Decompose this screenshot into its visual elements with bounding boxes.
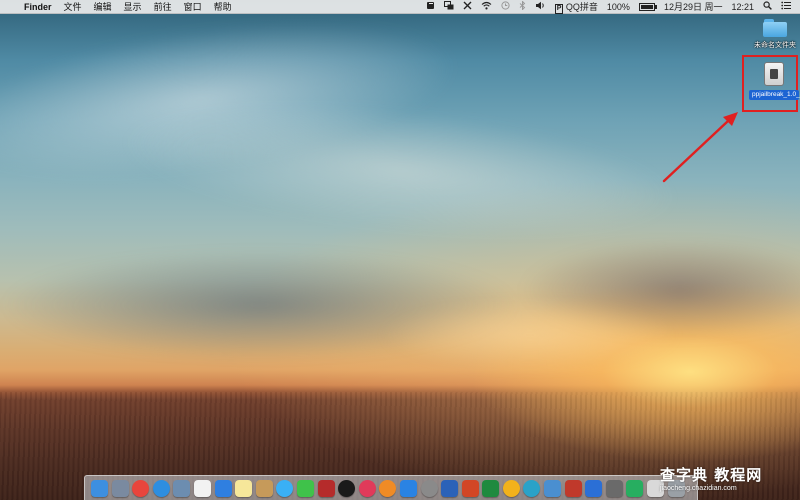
date-text[interactable]: 12月29日 周一 xyxy=(664,0,723,14)
calendar-icon[interactable] xyxy=(193,479,211,497)
notification-center-icon[interactable] xyxy=(781,0,791,14)
launchpad-icon[interactable] xyxy=(111,479,129,497)
qq-icon[interactable] xyxy=(338,479,356,497)
menu-file[interactable]: 文件 xyxy=(64,0,82,13)
onenote-icon[interactable] xyxy=(523,479,541,497)
watermark-title: 查字典 教程网 xyxy=(660,466,763,484)
folder-icon xyxy=(763,19,787,37)
dmg-file-icon xyxy=(764,62,784,86)
menu-go[interactable]: 前往 xyxy=(154,0,172,13)
evernote-icon[interactable] xyxy=(426,0,435,14)
desktop-dmg-file[interactable]: ppjailbreak_1.0_2....dmg xyxy=(744,56,800,100)
app-menu-finder[interactable]: Finder xyxy=(24,2,52,12)
itunes-icon[interactable] xyxy=(358,479,376,497)
battery-fill xyxy=(640,4,653,9)
tools-icon[interactable] xyxy=(463,0,472,14)
screenshot-icon[interactable] xyxy=(605,479,623,497)
cloud xyxy=(380,300,680,370)
volume-icon[interactable] xyxy=(535,0,546,14)
desktop-screen: Finder 文件 编辑 显示 前往 窗口 帮助 P QQ拼音 100% 12月… xyxy=(0,0,800,500)
menu-edit[interactable]: 编辑 xyxy=(94,0,112,13)
messages-icon[interactable] xyxy=(276,479,294,497)
contacts-icon[interactable] xyxy=(255,479,273,497)
menu-bar: Finder 文件 编辑 显示 前往 窗口 帮助 P QQ拼音 100% 12月… xyxy=(0,0,800,14)
facetime-icon[interactable] xyxy=(296,479,314,497)
watermark-url: jiaocheng.chazidian.com xyxy=(660,485,737,492)
system-preferences-icon[interactable] xyxy=(420,479,438,497)
menu-help[interactable]: 帮助 xyxy=(214,0,232,13)
desktop-folder[interactable]: 未命名文件夹 xyxy=(745,17,800,50)
thunder-icon[interactable] xyxy=(585,479,603,497)
wifi-icon[interactable] xyxy=(481,0,492,14)
bluetooth-icon[interactable] xyxy=(519,0,526,14)
folder-label: 未命名文件夹 xyxy=(754,42,796,49)
image-capture-icon[interactable] xyxy=(544,479,562,497)
outlook-icon[interactable] xyxy=(502,479,520,497)
time-machine-icon[interactable] xyxy=(501,0,510,14)
activity-icon[interactable] xyxy=(626,479,644,497)
time-text[interactable]: 12:21 xyxy=(731,0,754,14)
preview-icon[interactable] xyxy=(173,479,191,497)
excel-icon[interactable] xyxy=(482,479,500,497)
dmg-file-label: ppjailbreak_1.0_2....dmg xyxy=(749,90,800,100)
battery-icon[interactable] xyxy=(638,2,657,11)
screen-sharing-icon[interactable] xyxy=(443,0,454,14)
menu-view[interactable]: 显示 xyxy=(124,0,142,13)
battery-percent[interactable]: 100% xyxy=(607,0,630,14)
app-store-blue-icon[interactable] xyxy=(399,479,417,497)
safari-icon[interactable] xyxy=(152,479,170,497)
chrome-icon[interactable] xyxy=(132,479,150,497)
spotlight-icon[interactable] xyxy=(763,0,772,14)
photo-booth-icon[interactable] xyxy=(317,479,335,497)
notes-icon[interactable] xyxy=(235,479,253,497)
menu-window[interactable]: 窗口 xyxy=(184,0,202,13)
powerpoint-icon[interactable] xyxy=(461,479,479,497)
ime-box: P xyxy=(554,3,564,14)
finder-icon[interactable] xyxy=(91,479,108,497)
ime-name: QQ拼音 xyxy=(565,1,598,12)
app-store-icon[interactable] xyxy=(214,479,232,497)
watermark: 查字典 教程网 jiaocheng.chazidian.com xyxy=(660,466,800,500)
word-icon[interactable] xyxy=(441,479,459,497)
ibooks-icon[interactable] xyxy=(379,479,397,497)
input-method-icon[interactable]: P QQ拼音 xyxy=(554,0,598,14)
crossover-icon[interactable] xyxy=(564,479,582,497)
dock xyxy=(84,475,698,500)
